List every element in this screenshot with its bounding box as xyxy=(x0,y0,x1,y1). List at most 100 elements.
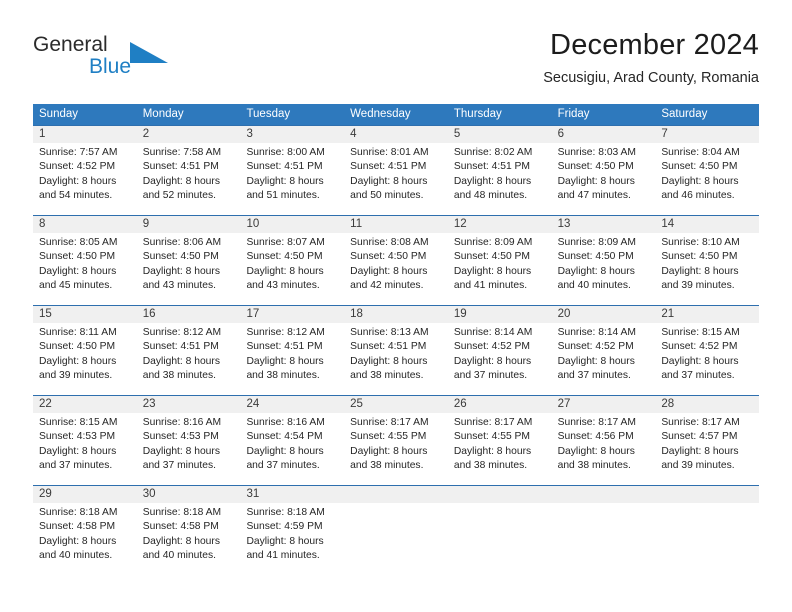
weekday-header-tuesday: Tuesday xyxy=(246,108,291,120)
day-number: 23 xyxy=(142,398,156,410)
calendar-day-cell[interactable]: 29 Sunrise: 8:18 AM Sunset: 4:58 PM Dayl… xyxy=(33,486,137,575)
page-header: General Blue December 2024 Secusigiu, Ar… xyxy=(33,28,759,94)
logo-text-blue: Blue xyxy=(89,55,132,78)
day-number: 11 xyxy=(350,218,363,230)
weekday-header-friday: Friday xyxy=(557,108,590,120)
calendar-day-cell[interactable]: 31 Sunrise: 8:18 AM Sunset: 4:59 PM Dayl… xyxy=(240,486,344,575)
calendar-week-row: 15 Sunrise: 8:11 AM Sunset: 4:50 PM Dayl… xyxy=(33,305,759,395)
calendar-day-cell[interactable]: 16 Sunrise: 8:12 AM Sunset: 4:51 PM Dayl… xyxy=(137,306,241,395)
calendar-day-cell[interactable]: 8 Sunrise: 8:05 AM Sunset: 4:50 PM Dayli… xyxy=(33,216,137,305)
calendar-day-cell[interactable]: 13 Sunrise: 8:09 AM Sunset: 4:50 PM Dayl… xyxy=(552,216,656,305)
weekday-header-sunday: Sunday xyxy=(39,108,79,120)
calendar-day-cell[interactable]: 17 Sunrise: 8:12 AM Sunset: 4:51 PM Dayl… xyxy=(240,306,344,395)
day-number xyxy=(454,486,546,503)
calendar-week-row: 8 Sunrise: 8:05 AM Sunset: 4:50 PM Dayli… xyxy=(33,215,759,305)
calendar-grid: Sunday Monday Tuesday Wednesday Thursday… xyxy=(33,104,759,575)
day-sun-info: Sunrise: 8:14 AM Sunset: 4:52 PM Dayligh… xyxy=(453,327,533,382)
calendar-day-cell[interactable]: 1 Sunrise: 7:57 AM Sunset: 4:52 PM Dayli… xyxy=(33,126,137,215)
day-number xyxy=(350,486,442,503)
day-number: 6 xyxy=(557,128,564,140)
logo-triangle-icon xyxy=(128,40,172,71)
calendar-day-cell[interactable]: 12 Sunrise: 8:09 AM Sunset: 4:50 PM Dayl… xyxy=(448,216,552,305)
day-sun-info: Sunrise: 8:02 AM Sunset: 4:51 PM Dayligh… xyxy=(453,147,533,202)
calendar-day-cell[interactable]: 4 Sunrise: 8:01 AM Sunset: 4:51 PM Dayli… xyxy=(344,126,448,215)
day-sun-info: Sunrise: 8:13 AM Sunset: 4:51 PM Dayligh… xyxy=(350,327,429,382)
calendar-day-cell[interactable]: 7 Sunrise: 8:04 AM Sunset: 4:50 PM Dayli… xyxy=(655,126,759,215)
day-number: 16 xyxy=(142,308,156,320)
day-number: 25 xyxy=(350,398,363,410)
day-sun-info: Sunrise: 8:18 AM Sunset: 4:58 PM Dayligh… xyxy=(39,507,118,562)
day-sun-info: Sunrise: 8:05 AM Sunset: 4:50 PM Dayligh… xyxy=(39,237,118,292)
day-sun-info: Sunrise: 8:07 AM Sunset: 4:50 PM Dayligh… xyxy=(246,237,325,292)
day-number: 15 xyxy=(39,308,52,320)
calendar-day-cell[interactable]: 9 Sunrise: 8:06 AM Sunset: 4:50 PM Dayli… xyxy=(137,216,241,305)
day-number: 24 xyxy=(246,398,260,410)
calendar-day-cell[interactable]: 14 Sunrise: 8:10 AM Sunset: 4:50 PM Dayl… xyxy=(655,216,759,305)
calendar-day-cell[interactable]: 23 Sunrise: 8:16 AM Sunset: 4:53 PM Dayl… xyxy=(137,396,241,485)
day-number: 3 xyxy=(246,128,253,140)
day-sun-info: Sunrise: 8:15 AM Sunset: 4:53 PM Dayligh… xyxy=(39,417,118,472)
day-number: 19 xyxy=(453,308,467,320)
day-number: 20 xyxy=(557,308,571,320)
day-sun-info: Sunrise: 8:17 AM Sunset: 4:55 PM Dayligh… xyxy=(453,417,533,472)
day-sun-info: Sunrise: 8:17 AM Sunset: 4:56 PM Dayligh… xyxy=(557,417,637,472)
calendar-day-cell[interactable]: 30 Sunrise: 8:18 AM Sunset: 4:58 PM Dayl… xyxy=(137,486,241,575)
weekday-header-thursday: Thursday xyxy=(453,108,502,120)
calendar-day-cell[interactable]: 6 Sunrise: 8:03 AM Sunset: 4:50 PM Dayli… xyxy=(552,126,656,215)
calendar-day-cell[interactable]: 27 Sunrise: 8:17 AM Sunset: 4:56 PM Dayl… xyxy=(552,396,656,485)
day-number: 17 xyxy=(246,308,260,320)
logo-general-blue[interactable]: General Blue xyxy=(33,32,213,84)
calendar-day-cell[interactable]: 25 Sunrise: 8:17 AM Sunset: 4:55 PM Dayl… xyxy=(344,396,448,485)
calendar-day-cell[interactable]: 15 Sunrise: 8:11 AM Sunset: 4:50 PM Dayl… xyxy=(33,306,137,395)
day-sun-info: Sunrise: 8:17 AM Sunset: 4:57 PM Dayligh… xyxy=(661,417,740,472)
day-number: 18 xyxy=(350,308,363,320)
day-number: 2 xyxy=(142,128,150,140)
calendar-day-cell[interactable]: 20 Sunrise: 8:14 AM Sunset: 4:52 PM Dayl… xyxy=(552,306,656,395)
day-number xyxy=(558,486,650,503)
day-sun-info: Sunrise: 7:58 AM Sunset: 4:51 PM Dayligh… xyxy=(142,147,222,202)
calendar-day-cell[interactable]: 19 Sunrise: 8:14 AM Sunset: 4:52 PM Dayl… xyxy=(448,306,552,395)
page-subtitle: Secusigiu, Arad County, Romania xyxy=(543,70,759,86)
day-sun-info: Sunrise: 8:12 AM Sunset: 4:51 PM Dayligh… xyxy=(142,327,222,382)
day-sun-info: Sunrise: 8:06 AM Sunset: 4:50 PM Dayligh… xyxy=(142,237,222,292)
calendar-day-cell[interactable]: 2 Sunrise: 7:58 AM Sunset: 4:51 PM Dayli… xyxy=(137,126,241,215)
day-number: 27 xyxy=(557,398,571,410)
day-sun-info: Sunrise: 8:12 AM Sunset: 4:51 PM Dayligh… xyxy=(246,327,325,382)
calendar-day-cell[interactable]: 11 Sunrise: 8:08 AM Sunset: 4:50 PM Dayl… xyxy=(344,216,448,305)
day-number: 14 xyxy=(661,218,675,230)
day-number: 31 xyxy=(246,488,260,500)
day-sun-info: Sunrise: 8:09 AM Sunset: 4:50 PM Dayligh… xyxy=(557,237,637,292)
calendar-day-cell[interactable]: 28 Sunrise: 8:17 AM Sunset: 4:57 PM Dayl… xyxy=(655,396,759,485)
day-sun-info: Sunrise: 8:15 AM Sunset: 4:52 PM Dayligh… xyxy=(661,327,740,382)
weekday-header-wednesday: Wednesday xyxy=(350,108,411,120)
calendar-week-row: 29 Sunrise: 8:18 AM Sunset: 4:58 PM Dayl… xyxy=(33,485,759,575)
day-number: 9 xyxy=(142,218,150,230)
calendar-day-cell[interactable]: 24 Sunrise: 8:16 AM Sunset: 4:54 PM Dayl… xyxy=(240,396,344,485)
day-number: 29 xyxy=(39,488,52,500)
calendar-day-cell[interactable]: 3 Sunrise: 8:00 AM Sunset: 4:51 PM Dayli… xyxy=(240,126,344,215)
day-sun-info: Sunrise: 8:16 AM Sunset: 4:54 PM Dayligh… xyxy=(246,417,325,472)
day-sun-info: Sunrise: 8:10 AM Sunset: 4:50 PM Dayligh… xyxy=(661,237,740,292)
calendar-day-cell[interactable]: 26 Sunrise: 8:17 AM Sunset: 4:55 PM Dayl… xyxy=(448,396,552,485)
day-sun-info: Sunrise: 8:01 AM Sunset: 4:51 PM Dayligh… xyxy=(350,147,429,202)
calendar-day-cell-empty xyxy=(448,486,552,575)
day-sun-info: Sunrise: 8:09 AM Sunset: 4:50 PM Dayligh… xyxy=(453,237,533,292)
day-sun-info: Sunrise: 8:18 AM Sunset: 4:58 PM Dayligh… xyxy=(142,507,222,562)
day-sun-info: Sunrise: 8:18 AM Sunset: 4:59 PM Dayligh… xyxy=(246,507,325,562)
day-sun-info: Sunrise: 8:04 AM Sunset: 4:50 PM Dayligh… xyxy=(661,147,740,202)
calendar-day-cell[interactable]: 22 Sunrise: 8:15 AM Sunset: 4:53 PM Dayl… xyxy=(33,396,137,485)
day-number: 8 xyxy=(39,218,46,230)
calendar-day-cell[interactable]: 5 Sunrise: 8:02 AM Sunset: 4:51 PM Dayli… xyxy=(448,126,552,215)
weekday-header-saturday: Saturday xyxy=(661,108,708,120)
day-number: 1 xyxy=(39,128,46,140)
calendar-day-cell[interactable]: 10 Sunrise: 8:07 AM Sunset: 4:50 PM Dayl… xyxy=(240,216,344,305)
day-number: 28 xyxy=(661,398,675,410)
day-number: 5 xyxy=(453,128,461,140)
calendar-day-cell[interactable]: 18 Sunrise: 8:13 AM Sunset: 4:51 PM Dayl… xyxy=(344,306,448,395)
day-sun-info: Sunrise: 8:00 AM Sunset: 4:51 PM Dayligh… xyxy=(246,147,325,202)
calendar-day-cell[interactable]: 21 Sunrise: 8:15 AM Sunset: 4:52 PM Dayl… xyxy=(655,306,759,395)
day-number: 26 xyxy=(453,398,467,410)
calendar-day-cell-empty xyxy=(552,486,656,575)
day-number xyxy=(661,486,753,503)
day-number: 7 xyxy=(661,128,668,140)
